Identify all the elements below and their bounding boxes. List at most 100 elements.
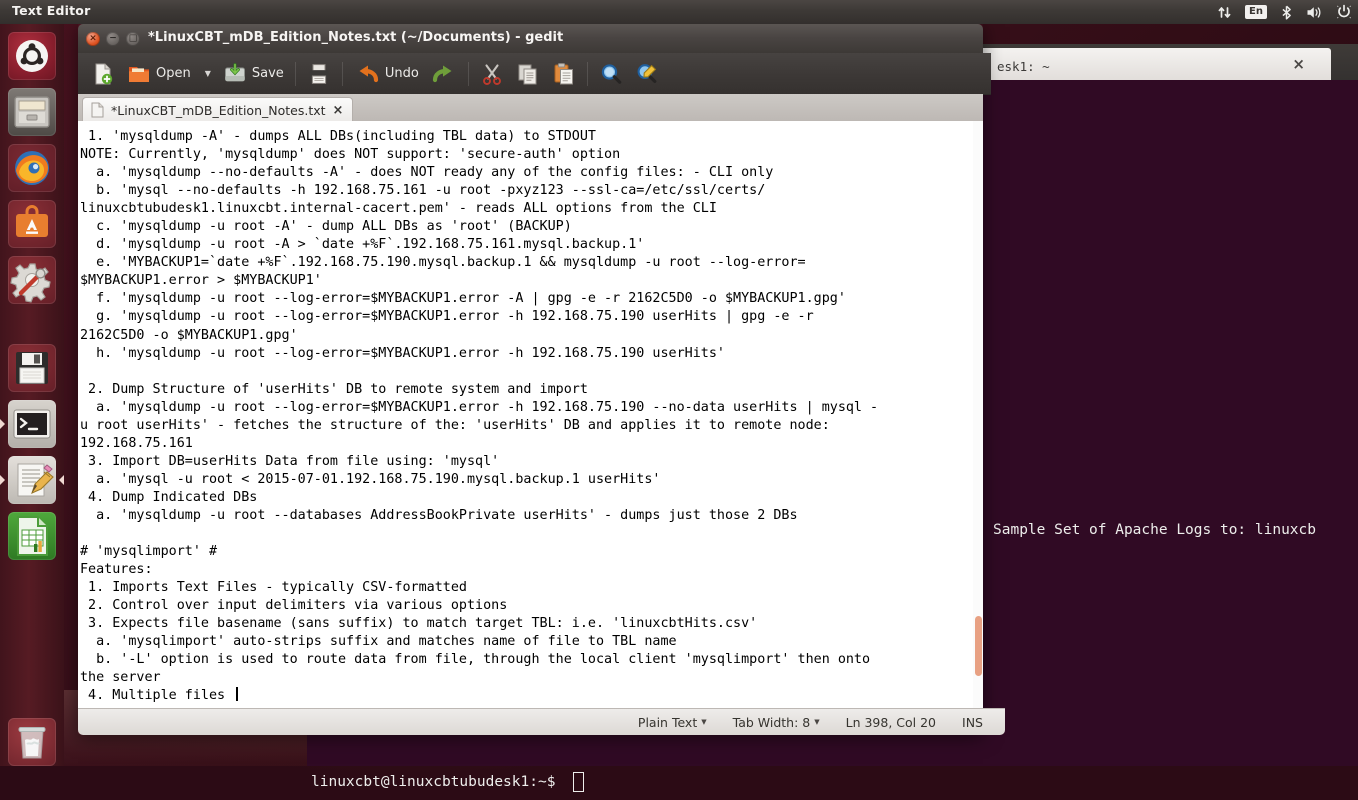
new-document-button[interactable] xyxy=(86,56,120,92)
window-maximize-button[interactable]: □ xyxy=(126,32,140,46)
clipboard-paste-icon xyxy=(554,62,573,84)
toolbar-separator xyxy=(586,61,588,86)
redo-arrow-icon xyxy=(432,65,452,82)
chevron-down-icon: ▼ xyxy=(204,69,211,78)
window-close-button[interactable]: × xyxy=(86,32,100,46)
terminal-output-line: Sample Set of Apache Logs to: linuxcb xyxy=(993,522,1317,538)
insert-mode: INS xyxy=(962,715,983,730)
find-replace-icon xyxy=(637,63,657,83)
open-folder-icon xyxy=(129,66,149,82)
ubuntu-logo-icon xyxy=(16,40,48,72)
text-caret xyxy=(236,687,238,702)
software-center-icon xyxy=(16,205,48,237)
text-editor-icon xyxy=(17,463,54,497)
launcher-item-firefox[interactable] xyxy=(8,144,56,192)
text-editor-area[interactable]: 1. 'mysqldump -A' - dumps ALL DBs(includ… xyxy=(78,121,983,708)
terminal-cursor xyxy=(573,772,584,792)
new-file-icon xyxy=(95,63,113,84)
document-text: 1. 'mysqldump -A' - dumps ALL DBs(includ… xyxy=(80,129,879,704)
tab-width-label: Tab Width: 8 xyxy=(732,714,811,730)
panel-indicator-area[interactable]: En xyxy=(1217,0,1352,24)
launcher-item-trash[interactable] xyxy=(8,718,56,766)
language-selector[interactable]: Plain Text ▼ xyxy=(638,715,707,730)
terminal-tab-close-icon[interactable]: × xyxy=(1292,57,1305,72)
language-label: Plain Text xyxy=(637,714,698,730)
bluetooth-glyph xyxy=(1282,5,1291,20)
trash-icon xyxy=(18,727,46,759)
window-title: *LinuxCBT_mDB_Edition_Notes.txt (~/Docum… xyxy=(148,30,564,45)
launcher-item-libreoffice-calc[interactable] xyxy=(8,512,56,560)
copy-button[interactable] xyxy=(511,56,545,92)
undo-arrow-icon xyxy=(359,65,378,82)
undo-button[interactable]: Undo xyxy=(349,56,424,92)
launcher-item-ubuntu-dash[interactable] xyxy=(8,32,56,80)
cursor-position: Ln 398, Col 20 xyxy=(846,715,936,730)
gedit-window[interactable]: × − □ *LinuxCBT_mDB_Edition_Notes.txt (~… xyxy=(78,24,1005,735)
spreadsheet-icon xyxy=(17,516,48,556)
network-arrows-icon[interactable] xyxy=(1217,5,1232,20)
launcher-item-terminal[interactable] xyxy=(0,400,56,448)
keyboard-layout-indicator[interactable]: En xyxy=(1245,5,1267,19)
paste-button[interactable] xyxy=(547,56,581,92)
volume-icon[interactable] xyxy=(1306,5,1323,20)
editor-scrollbar-track[interactable] xyxy=(973,121,983,708)
print-button[interactable] xyxy=(302,56,336,92)
document-content[interactable]: 1. 'mysqldump -A' - dumps ALL DBs(includ… xyxy=(78,128,970,706)
redo-button[interactable] xyxy=(426,56,462,92)
gedit-status-bar: Plain Text ▼ Tab Width: 8 ▼ Ln 398, Col … xyxy=(78,708,1005,735)
gedit-toolbar[interactable]: Open ▼ Save Undo xyxy=(78,53,991,95)
scissors-icon xyxy=(482,63,501,85)
toolbar-separator xyxy=(294,61,296,86)
launcher-item-files[interactable] xyxy=(8,88,56,136)
gear-wrench-icon xyxy=(10,263,51,303)
find-button[interactable] xyxy=(594,56,628,92)
open-dropdown-button[interactable]: ▼ xyxy=(198,56,216,92)
close-icon: × xyxy=(89,33,97,44)
insert-mode-label: INS xyxy=(962,714,983,730)
terminal-prompt: linuxcbt@linuxcbtubudesk1:~$ xyxy=(311,774,556,790)
document-tab[interactable]: *LinuxCBT_mDB_Edition_Notes.txt × xyxy=(82,97,354,122)
window-minimize-button[interactable]: − xyxy=(106,32,120,46)
volume-glyph xyxy=(1307,6,1321,18)
cursor-position-label: Ln 398, Col 20 xyxy=(845,714,937,730)
top-panel[interactable]: Text Editor En xyxy=(0,0,1358,24)
terminal-icon xyxy=(13,409,51,439)
editor-scrollbar-thumb[interactable] xyxy=(975,616,982,676)
save-button-label: Save xyxy=(251,66,284,81)
firefox-icon xyxy=(15,151,49,185)
open-button-label: Open xyxy=(156,66,191,81)
power-gear-glyph xyxy=(1337,4,1351,19)
cut-button[interactable] xyxy=(475,56,509,92)
printer-icon xyxy=(309,63,329,84)
undo-button-label: Undo xyxy=(384,66,419,81)
session-power-icon[interactable] xyxy=(1336,4,1352,20)
floppy-disk-icon xyxy=(16,352,48,384)
document-tab-label: *LinuxCBT_mDB_Edition_Notes.txt xyxy=(111,102,326,118)
gedit-titlebar[interactable]: × − □ *LinuxCBT_mDB_Edition_Notes.txt (~… xyxy=(78,24,983,54)
launcher-item-system-settings[interactable] xyxy=(8,256,56,304)
gedit-tab-bar: *LinuxCBT_mDB_Edition_Notes.txt × xyxy=(78,94,983,122)
minimize-icon: − xyxy=(109,33,117,44)
maximize-icon: □ xyxy=(128,33,138,44)
panel-app-title: Text Editor xyxy=(12,3,91,18)
bluetooth-icon[interactable] xyxy=(1280,5,1293,20)
chevron-down-icon: ▼ xyxy=(814,718,820,726)
replace-button[interactable] xyxy=(630,56,664,92)
toolbar-separator xyxy=(341,61,343,86)
save-disk-icon xyxy=(224,62,245,81)
terminal-tab-label: esk1: ~ xyxy=(997,59,1050,74)
toolbar-separator xyxy=(467,61,469,86)
file-cabinet-icon xyxy=(14,96,50,128)
network-arrows-glyph xyxy=(1218,6,1231,18)
unity-launcher[interactable] xyxy=(0,24,64,766)
chevron-down-icon: ▼ xyxy=(701,718,707,726)
save-button[interactable]: Save xyxy=(218,56,289,92)
magnifier-icon xyxy=(601,63,622,84)
launcher-item-gedit[interactable] xyxy=(0,456,64,504)
launcher-item-save-disk[interactable] xyxy=(8,344,56,392)
tab-width-selector[interactable]: Tab Width: 8 ▼ xyxy=(733,715,820,730)
open-button[interactable]: Open xyxy=(122,56,196,92)
copy-icon xyxy=(518,64,537,84)
launcher-item-software-center[interactable] xyxy=(8,200,56,248)
document-tab-close-icon[interactable]: × xyxy=(333,104,344,117)
